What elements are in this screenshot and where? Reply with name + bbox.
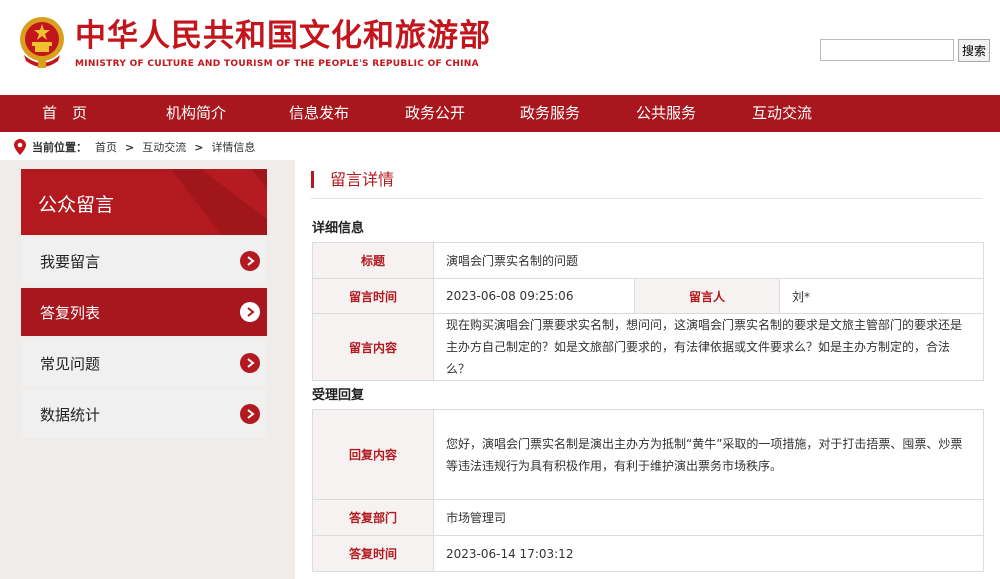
subject-label: 标题 bbox=[312, 242, 434, 279]
breadcrumb: 当前位置： 首页 > 互动交流 > 详情信息 bbox=[14, 137, 255, 157]
chevron-right-icon bbox=[240, 353, 260, 373]
reply-time-value: 2023-06-14 17:03:12 bbox=[433, 535, 984, 572]
sidebar-item-label: 答复列表 bbox=[40, 304, 101, 322]
breadcrumb-home[interactable]: 首页 bbox=[95, 139, 117, 155]
sidebar-item-label: 我要留言 bbox=[40, 253, 101, 271]
sidebar-header: 公众留言 bbox=[21, 169, 267, 235]
time-label: 留言时间 bbox=[312, 278, 434, 314]
detail-section-heading: 详细信息 bbox=[312, 221, 365, 236]
breadcrumb-separator: > bbox=[194, 140, 204, 154]
dept-value: 市场管理司 bbox=[433, 499, 984, 536]
title-divider bbox=[311, 198, 982, 199]
reply-value: 您好，演唱会门票实名制是演出主办方为抵制“黄牛”采取的一项措施，对于打击捂票、囤… bbox=[433, 409, 984, 500]
reply-section-heading: 受理回复 bbox=[312, 388, 365, 403]
table-row: 留言内容 现在购买演唱会门票要求实名制，想问问，这演唱会门票实名制的要求是文旅主… bbox=[312, 313, 985, 381]
nav-item-gov-affairs[interactable]: 政务公开 bbox=[405, 95, 465, 132]
sidebar-item-reply-list[interactable]: 答复列表 bbox=[21, 288, 267, 336]
time-value: 2023-06-08 09:25:06 bbox=[433, 278, 635, 314]
table-row: 答复时间 2023-06-14 17:03:12 bbox=[312, 535, 984, 572]
site-header: 中华人民共和国文化和旅游部 MINISTRY OF CULTURE AND TO… bbox=[0, 0, 1000, 95]
national-emblem-icon bbox=[20, 17, 64, 68]
breadcrumb-current: 详情信息 bbox=[211, 141, 256, 154]
location-pin-icon bbox=[14, 139, 26, 155]
sidebar-item-label: 数据统计 bbox=[40, 406, 101, 424]
detail-panel: 留言详情 详细信息 标题 演唱会门票实名制的问题 留言时间 2023-06-08… bbox=[295, 160, 1000, 579]
sidebar-item-statistics[interactable]: 数据统计 bbox=[21, 390, 267, 438]
chevron-right-icon bbox=[240, 302, 260, 322]
dept-label: 答复部门 bbox=[312, 499, 434, 536]
main-nav: 首 页 机构简介 信息发布 政务公开 政务服务 公共服务 互动交流 bbox=[0, 95, 1000, 132]
detail-table: 标题 演唱会门票实名制的问题 留言时间 2023-06-08 09:25:06 … bbox=[312, 242, 985, 381]
nav-item-public-services[interactable]: 公共服务 bbox=[636, 95, 696, 132]
sidebar-item-label: 常见问题 bbox=[40, 355, 101, 373]
nav-item-home[interactable]: 首 页 bbox=[42, 95, 87, 132]
sidebar-title: 公众留言 bbox=[38, 194, 115, 216]
nav-item-gov-services[interactable]: 政务服务 bbox=[520, 95, 580, 132]
sidebar-item-leave-message[interactable]: 我要留言 bbox=[21, 237, 267, 285]
site-title-cn: 中华人民共和国文化和旅游部 bbox=[75, 18, 491, 54]
breadcrumb-label: 当前位置： bbox=[32, 141, 87, 154]
chevron-right-icon bbox=[240, 404, 260, 424]
reply-table: 回复内容 您好，演唱会门票实名制是演出主办方为抵制“黄牛”采取的一项措施，对于打… bbox=[312, 409, 984, 572]
search-button[interactable]: 搜索 bbox=[958, 39, 990, 62]
table-row: 答复部门 市场管理司 bbox=[312, 499, 984, 536]
nav-item-about[interactable]: 机构简介 bbox=[166, 95, 226, 132]
subject-value: 演唱会门票实名制的问题 bbox=[432, 242, 985, 279]
nav-item-news[interactable]: 信息发布 bbox=[289, 95, 349, 132]
content-value: 现在购买演唱会门票要求实名制，想问问，这演唱会门票实名制的要求是文旅主管部门的要… bbox=[432, 313, 985, 381]
author-label: 留言人 bbox=[634, 278, 780, 314]
author-value: 刘* bbox=[778, 278, 985, 314]
page-title: 留言详情 bbox=[311, 171, 394, 188]
chevron-right-icon bbox=[240, 251, 260, 271]
site-title-en: MINISTRY OF CULTURE AND TOURISM OF THE P… bbox=[75, 59, 479, 69]
breadcrumb-interaction[interactable]: 互动交流 bbox=[142, 139, 186, 155]
content-label: 留言内容 bbox=[312, 313, 434, 381]
reply-label: 回复内容 bbox=[312, 409, 434, 500]
breadcrumb-separator: > bbox=[125, 140, 135, 154]
table-row: 标题 演唱会门票实名制的问题 bbox=[312, 242, 985, 279]
table-row: 留言时间 2023-06-08 09:25:06 留言人 刘* bbox=[312, 278, 985, 314]
search-input[interactable] bbox=[820, 39, 954, 61]
table-row: 回复内容 您好，演唱会门票实名制是演出主办方为抵制“黄牛”采取的一项措施，对于打… bbox=[312, 409, 984, 500]
reply-time-label: 答复时间 bbox=[312, 535, 434, 572]
sidebar-item-faq[interactable]: 常见问题 bbox=[21, 339, 267, 387]
nav-item-interaction[interactable]: 互动交流 bbox=[752, 95, 812, 132]
